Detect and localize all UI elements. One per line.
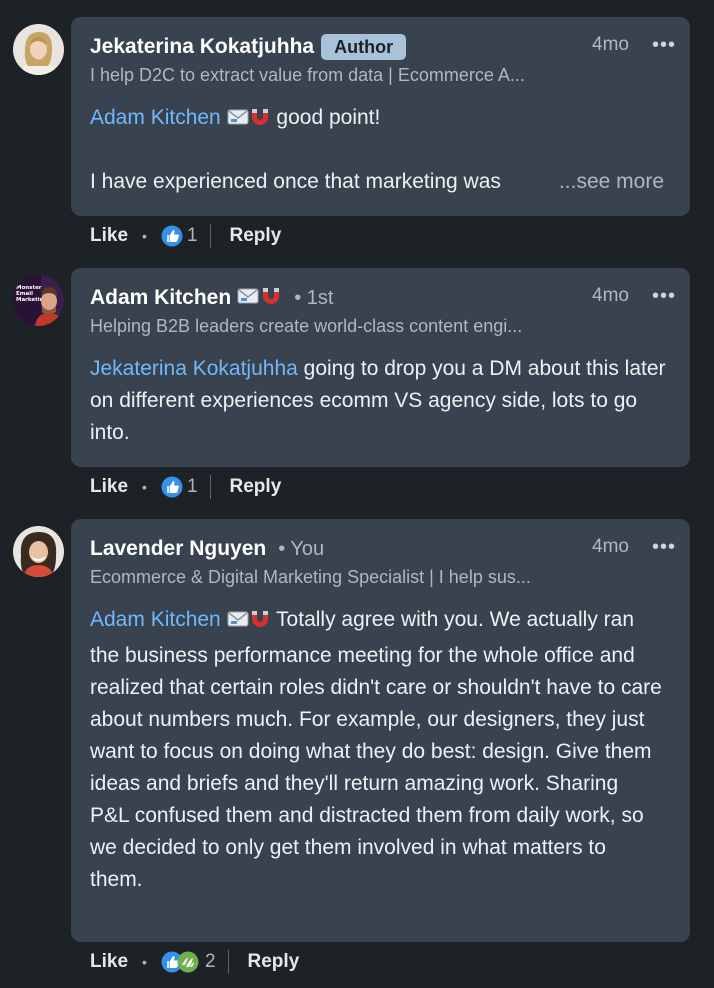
reply-button[interactable]: Reply [248, 951, 300, 973]
comment-text-segment: Totally agree with you. We actually ran … [90, 608, 662, 891]
avatar[interactable] [13, 526, 64, 577]
magnet-emoji-icon [249, 106, 271, 138]
more-options-icon[interactable]: ••• [652, 536, 676, 559]
separator-dot: • [142, 479, 147, 495]
comment-header: Adam Kitchen • 1st [90, 284, 333, 312]
comment-text-line: I have experienced once that marketing w… [90, 170, 501, 193]
separator-dot: • [142, 228, 147, 244]
comment-bubble: Jekaterina Kokatjuhha Author 4mo ••• I h… [71, 17, 690, 216]
comment-item: Lavender Nguyen • You 4mo ••• Ecommerce … [0, 519, 714, 986]
connection-degree: • 1st [294, 286, 334, 309]
avatar[interactable]: Monster Email Marketing [13, 275, 64, 326]
comment-item: Jekaterina Kokatjuhha Author 4mo ••• I h… [0, 17, 714, 254]
reaction-count[interactable]: 2 [205, 951, 216, 973]
comment-timestamp[interactable]: 4mo [592, 285, 629, 307]
like-button[interactable]: Like [90, 476, 128, 498]
divider [227, 950, 229, 974]
comment-header: Lavender Nguyen • You [90, 535, 324, 563]
comment-actions: Like • 1 Reply [90, 472, 281, 502]
envelope-emoji-icon [227, 106, 249, 138]
commenter-name[interactable]: Jekaterina Kokatjuhha [90, 35, 314, 59]
name-emojis [237, 285, 282, 312]
comment-text: Jekaterina Kokatjuhha going to drop you … [90, 353, 668, 449]
reaction-count[interactable]: 1 [187, 225, 198, 247]
comment-text: Adam Kitchen good point! [90, 102, 668, 138]
comment-bubble: Lavender Nguyen • You 4mo ••• Ecommerce … [71, 519, 690, 942]
divider [209, 224, 211, 248]
commenter-name[interactable]: Adam Kitchen [90, 286, 231, 310]
comment-header: Jekaterina Kokatjuhha Author [90, 33, 407, 61]
envelope-emoji-icon [227, 608, 249, 640]
comment-bubble: Adam Kitchen • 1st 4mo ••• Helping B2B l… [71, 268, 690, 467]
comment-timestamp[interactable]: 4mo [592, 34, 629, 56]
commenter-headline: I help D2C to extract value from data | … [90, 65, 525, 85]
commenter-headline: Ecommerce & Digital Marketing Specialist… [90, 567, 531, 587]
comment-item: Monster Email Marketing Adam Kitchen • 1… [0, 268, 714, 505]
magnet-emoji-icon [260, 285, 282, 312]
magnet-emoji-icon [249, 608, 271, 640]
support-reaction-icon[interactable] [177, 951, 199, 973]
envelope-emoji-icon [237, 285, 259, 312]
comment-timestamp[interactable]: 4mo [592, 536, 629, 558]
comment-actions: Like • 2 Reply [90, 947, 299, 977]
avatar[interactable] [13, 24, 64, 75]
reply-button[interactable]: Reply [230, 476, 282, 498]
mention-link[interactable]: Adam Kitchen [90, 106, 221, 129]
comment-text-segment: good point! [270, 106, 381, 129]
comment-actions: Like • 1 Reply [90, 221, 281, 251]
connection-degree: • You [278, 537, 325, 560]
reaction-count[interactable]: 1 [187, 476, 198, 498]
author-badge: Author [321, 34, 407, 60]
mention-link[interactable]: Jekaterina Kokatjuhha [90, 357, 298, 380]
like-reaction-icon[interactable] [161, 476, 183, 498]
more-options-icon[interactable]: ••• [652, 34, 676, 57]
divider [209, 475, 211, 499]
commenter-name[interactable]: Lavender Nguyen [90, 537, 266, 561]
separator-dot: • [142, 954, 147, 970]
more-options-icon[interactable]: ••• [652, 285, 676, 308]
see-more-link[interactable]: ...see more [550, 166, 664, 198]
commenter-headline: Helping B2B leaders create world-class c… [90, 316, 523, 336]
comment-text: Adam Kitchen Totally agree with you. We … [90, 604, 662, 896]
like-reaction-icon[interactable] [161, 225, 183, 247]
mention-link[interactable]: Adam Kitchen [90, 608, 221, 631]
like-button[interactable]: Like [90, 951, 128, 973]
reply-button[interactable]: Reply [230, 225, 282, 247]
like-button[interactable]: Like [90, 225, 128, 247]
